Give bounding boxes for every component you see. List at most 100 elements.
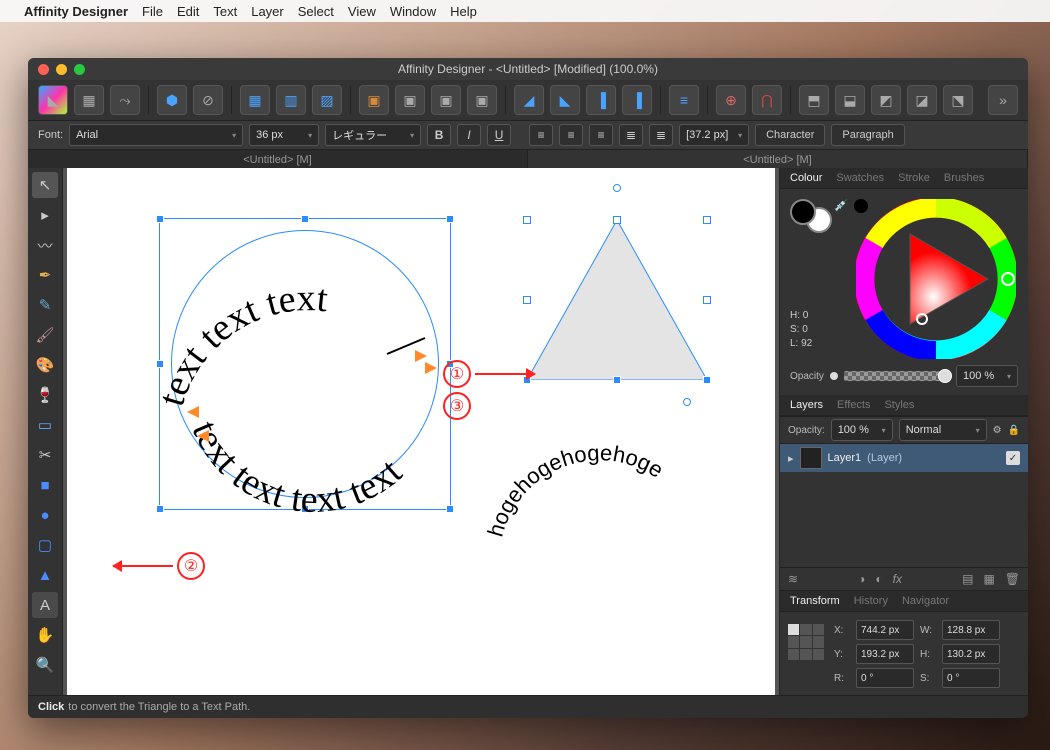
align-justify-icon[interactable]: ≣ bbox=[619, 124, 643, 146]
new-pixel-layer-icon[interactable]: ▦ bbox=[983, 572, 994, 586]
anchor-widget[interactable] bbox=[788, 624, 824, 660]
place-image-tool-icon[interactable]: ▭ bbox=[32, 412, 58, 438]
disclosure-triangle-icon[interactable]: ▸ bbox=[788, 452, 794, 465]
menu-file[interactable]: File bbox=[142, 4, 163, 19]
boolean-add-icon[interactable]: ⬒ bbox=[799, 85, 829, 115]
menu-text[interactable]: Text bbox=[213, 4, 237, 19]
opacity-value[interactable]: 100 %▾ bbox=[956, 365, 1018, 387]
app-name[interactable]: Affinity Designer bbox=[24, 4, 128, 19]
move-backward-icon[interactable]: ▣ bbox=[467, 85, 497, 115]
move-forward-icon[interactable]: ▣ bbox=[395, 85, 425, 115]
menu-view[interactable]: View bbox=[348, 4, 376, 19]
gear-icon[interactable]: ⚙ bbox=[993, 425, 1002, 436]
boolean-intersect-icon[interactable]: ◩ bbox=[871, 85, 901, 115]
magnet-icon[interactable]: ⋂ bbox=[752, 85, 782, 115]
menu-help[interactable]: Help bbox=[450, 4, 477, 19]
font-weight-select[interactable]: レギュラー▾ bbox=[325, 124, 421, 146]
tab-stroke[interactable]: Stroke bbox=[898, 172, 930, 184]
align-justify-all-icon[interactable]: ≣ bbox=[649, 124, 673, 146]
h-input[interactable]: 130.2 px bbox=[942, 644, 1000, 664]
character-button[interactable]: Character bbox=[755, 124, 825, 146]
colour-wheel[interactable] bbox=[856, 199, 1016, 359]
move-back-icon[interactable]: ▣ bbox=[431, 85, 461, 115]
layers-stack-icon[interactable]: ≋ bbox=[788, 572, 798, 586]
show-grid-icon[interactable]: ▦ bbox=[240, 85, 270, 115]
transparency-tool-icon[interactable]: 🍷 bbox=[32, 382, 58, 408]
boolean-xor-icon[interactable]: ⬔ bbox=[943, 85, 973, 115]
snap-toggle-icon[interactable]: ⊕ bbox=[716, 85, 746, 115]
menu-window[interactable]: Window bbox=[390, 4, 436, 19]
triangle-tool-icon[interactable]: ▲ bbox=[32, 562, 58, 588]
tab-brushes[interactable]: Brushes bbox=[944, 172, 984, 184]
flip-h-icon[interactable]: ◢ bbox=[514, 85, 544, 115]
show-guides-icon[interactable]: ▥ bbox=[276, 85, 306, 115]
lock-icon[interactable]: 🔒 bbox=[1008, 425, 1020, 436]
layer-opacity-value[interactable]: 100 %▾ bbox=[831, 419, 893, 441]
tab-effects[interactable]: Effects bbox=[837, 399, 870, 411]
paragraph-button[interactable]: Paragraph bbox=[831, 124, 904, 146]
menu-edit[interactable]: Edit bbox=[177, 4, 199, 19]
preferences-icon[interactable]: ⬢ bbox=[157, 85, 187, 115]
rectangle-tool-icon[interactable]: ■ bbox=[32, 472, 58, 498]
zoom-tool-icon[interactable]: 🔍 bbox=[32, 652, 58, 678]
boolean-subtract-icon[interactable]: ⬓ bbox=[835, 85, 865, 115]
tab-colour[interactable]: Colour bbox=[790, 172, 822, 184]
font-family-select[interactable]: Arial▾ bbox=[69, 124, 243, 146]
crop-tool-icon[interactable]: ✂ bbox=[32, 442, 58, 468]
persona-export-icon[interactable]: ⤳ bbox=[110, 85, 140, 115]
fx-icon[interactable]: fx bbox=[893, 572, 902, 586]
eyedropper-icon[interactable]: 💉 bbox=[834, 199, 848, 212]
bold-button[interactable]: B bbox=[427, 124, 451, 146]
y-input[interactable]: 193.2 px bbox=[856, 644, 914, 664]
menu-layer[interactable]: Layer bbox=[251, 4, 284, 19]
opacity-slider[interactable] bbox=[844, 371, 950, 381]
rounded-rect-tool-icon[interactable]: ▢ bbox=[32, 532, 58, 558]
show-rulers-icon[interactable]: ▨ bbox=[312, 85, 342, 115]
move-front-icon[interactable]: ▣ bbox=[359, 85, 389, 115]
textpath-width[interactable]: [37.2 px]▾ bbox=[679, 124, 749, 146]
tab-transform[interactable]: Transform bbox=[790, 595, 840, 607]
snapping-icon[interactable]: ⊘ bbox=[193, 85, 223, 115]
adjust-icon[interactable]: ◐ bbox=[875, 572, 882, 586]
pan-tool-icon[interactable]: ✋ bbox=[32, 622, 58, 648]
pen-tool-icon[interactable]: ✒ bbox=[32, 262, 58, 288]
s-input[interactable]: 0 ° bbox=[942, 668, 1000, 688]
boolean-divide-icon[interactable]: ◪ bbox=[907, 85, 937, 115]
canvas-area[interactable]: text text text text text text text hogeh… bbox=[63, 168, 779, 696]
persona-pixel-icon[interactable]: ▦ bbox=[74, 85, 104, 115]
corner-tool-icon[interactable]: 〰 bbox=[32, 232, 58, 258]
blend-mode-select[interactable]: Normal▾ bbox=[899, 419, 987, 441]
tab-layers[interactable]: Layers bbox=[790, 399, 823, 411]
w-input[interactable]: 128.8 px bbox=[942, 620, 1000, 640]
flip-v-icon[interactable]: ◣ bbox=[550, 85, 580, 115]
tab-swatches[interactable]: Swatches bbox=[836, 172, 884, 184]
underline-button[interactable]: U bbox=[487, 124, 511, 146]
fill-stroke-swatch[interactable] bbox=[790, 199, 832, 233]
tab-navigator[interactable]: Navigator bbox=[902, 595, 949, 607]
tab-history[interactable]: History bbox=[854, 595, 888, 607]
artistic-text-tool-icon[interactable]: A bbox=[32, 592, 58, 618]
new-layer-icon[interactable]: ▤ bbox=[962, 572, 973, 586]
tab-untitled-1[interactable]: <Untitled> [M] bbox=[28, 150, 528, 170]
delete-layer-icon[interactable]: 🗑 bbox=[1005, 572, 1020, 586]
menu-select[interactable]: Select bbox=[298, 4, 334, 19]
visibility-checkbox[interactable]: ✓ bbox=[1006, 451, 1020, 465]
font-size-select[interactable]: 36 px▾ bbox=[249, 124, 319, 146]
layer-row[interactable]: ▸ Layer1 (Layer) ✓ bbox=[780, 444, 1028, 472]
brush-tool-icon[interactable]: 🖌 bbox=[32, 322, 58, 348]
x-input[interactable]: 744.2 px bbox=[856, 620, 914, 640]
canvas[interactable]: text text text text text text text hogeh… bbox=[67, 168, 775, 696]
r-input[interactable]: 0 ° bbox=[856, 668, 914, 688]
tab-styles[interactable]: Styles bbox=[884, 399, 914, 411]
italic-button[interactable]: I bbox=[457, 124, 481, 146]
rotate-ccw-icon[interactable]: ▐ bbox=[586, 85, 616, 115]
persona-designer-icon[interactable]: ◣ bbox=[38, 85, 68, 115]
pencil-tool-icon[interactable]: ✎ bbox=[32, 292, 58, 318]
tab-untitled-2[interactable]: <Untitled> [M] bbox=[528, 150, 1028, 170]
mask-icon[interactable]: ◑ bbox=[858, 572, 865, 586]
align-right-icon[interactable]: ≡ bbox=[589, 124, 613, 146]
move-tool-icon[interactable]: ↖ bbox=[32, 172, 58, 198]
ellipse-tool-icon[interactable]: ● bbox=[32, 502, 58, 528]
align-center-icon[interactable]: ≡ bbox=[559, 124, 583, 146]
rotate-cw-icon[interactable]: ▐ bbox=[622, 85, 652, 115]
